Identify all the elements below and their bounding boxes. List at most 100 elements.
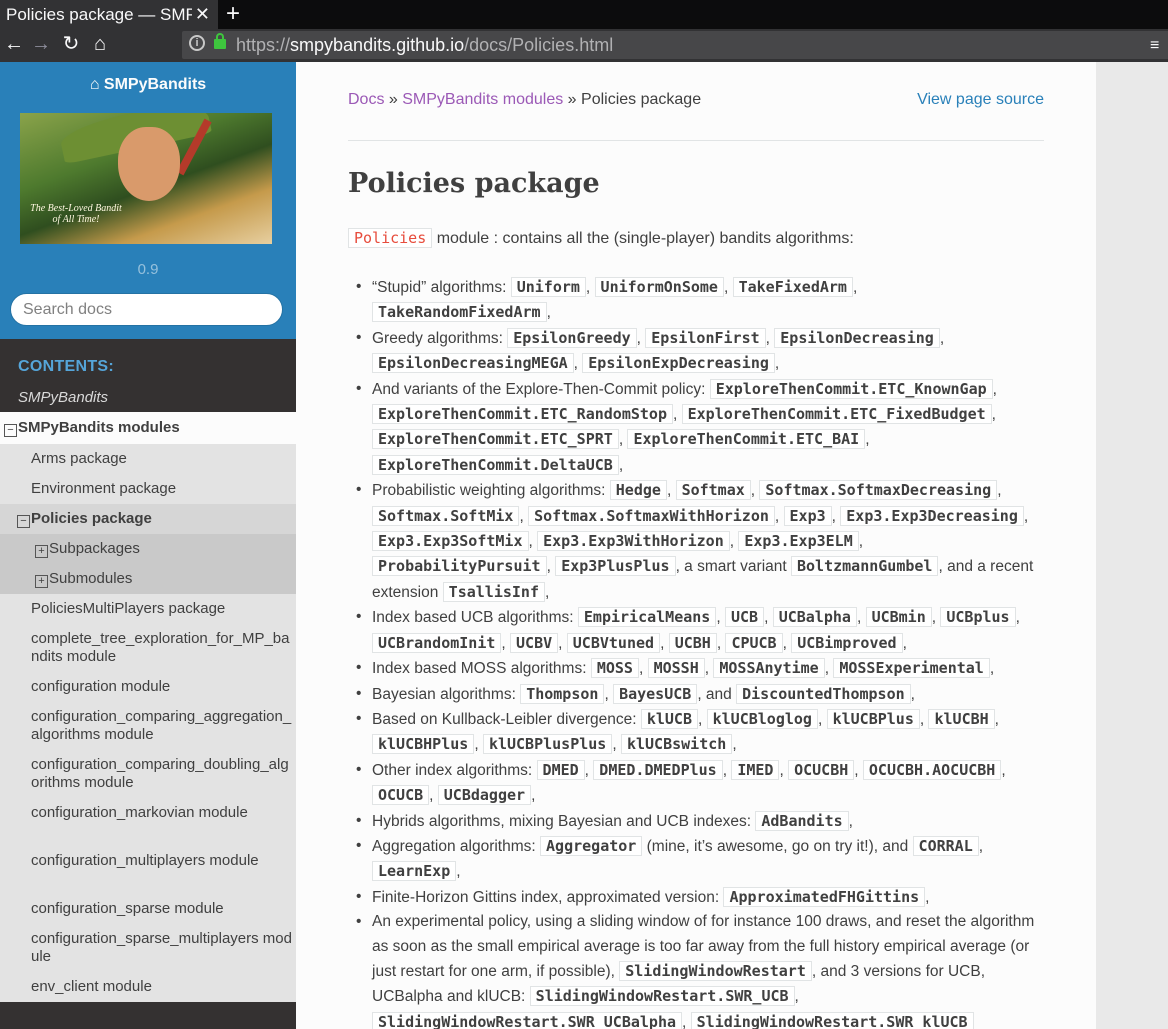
- code-link[interactable]: klUCBHPlus: [372, 734, 475, 755]
- close-tab-icon[interactable]: ✕: [195, 0, 210, 29]
- code-link[interactable]: SlidingWindowRestart.SWR_UCBalpha: [372, 1011, 683, 1029]
- sidebar-item-smpybandits[interactable]: SMPyBandits: [18, 389, 108, 406]
- code-link[interactable]: BoltzmannGumbel: [791, 556, 939, 577]
- code-link[interactable]: ExploreThenCommit.DeltaUCB: [372, 454, 619, 475]
- forward-arrow-icon[interactable]: →: [27, 29, 55, 62]
- code-link[interactable]: Exp3: [783, 505, 832, 526]
- code-link[interactable]: EpsilonFirst: [645, 327, 766, 348]
- sidebar-item-policiesmultiplayers[interactable]: PoliciesMultiPlayers package: [0, 594, 296, 624]
- code-link[interactable]: MOSS: [590, 658, 639, 679]
- sidebar-item-complete-tree[interactable]: complete_tree_exploration_for_MP_bandits…: [0, 624, 296, 672]
- code-link[interactable]: MOSSAnytime: [713, 658, 825, 679]
- sidebar-item-config-sparse[interactable]: configuration_sparse module: [0, 894, 296, 924]
- sidebar-item-env-client[interactable]: env_client module: [0, 972, 296, 1002]
- code-link[interactable]: CPUCB: [725, 632, 783, 653]
- code-link[interactable]: Softmax: [675, 480, 751, 501]
- project-home-link[interactable]: ⌂ SMPyBandits: [0, 76, 296, 94]
- code-link[interactable]: Softmax.SoftmaxWithHorizon: [528, 505, 775, 526]
- code-link[interactable]: ExploreThenCommit.ETC_FixedBudget: [681, 404, 992, 425]
- code-link[interactable]: EpsilonDecreasingMEGA: [372, 353, 574, 374]
- code-link[interactable]: UCBH: [668, 632, 717, 653]
- code-link[interactable]: Exp3.Exp3Decreasing: [840, 505, 1024, 526]
- code-link[interactable]: DMED: [536, 759, 585, 780]
- collapse-icon[interactable]: −: [4, 424, 17, 437]
- sidebar-item-config-sparse-mp[interactable]: configuration_sparse_multiplayers module: [0, 924, 296, 972]
- code-link[interactable]: EmpiricalMeans: [577, 607, 717, 628]
- code-link[interactable]: BayesUCB: [613, 683, 698, 704]
- sidebar-item-subpackages[interactable]: + Subpackages: [0, 534, 296, 564]
- code-link[interactable]: MOSSExperimental: [833, 658, 990, 679]
- expand-icon[interactable]: +: [35, 575, 48, 588]
- code-link[interactable]: UCBV: [510, 632, 559, 653]
- code-link[interactable]: ExploreThenCommit.ETC_RandomStop: [372, 404, 673, 425]
- code-link[interactable]: Exp3.Exp3ELM: [738, 531, 859, 552]
- view-page-source-link[interactable]: View page source: [917, 91, 1044, 109]
- code-link[interactable]: TsallisInf: [442, 581, 545, 602]
- search-input[interactable]: [10, 293, 283, 326]
- sidebar-item-environment[interactable]: Environment package: [0, 474, 296, 504]
- code-link[interactable]: AdBandits: [755, 810, 849, 831]
- new-tab-button[interactable]: +: [226, 0, 240, 27]
- code-link[interactable]: UCBimproved: [791, 632, 903, 653]
- reload-icon[interactable]: ↻: [57, 29, 85, 62]
- code-link[interactable]: IMED: [731, 759, 780, 780]
- sidebar-item-config-markovian[interactable]: configuration_markovian module: [0, 798, 296, 846]
- sidebar-item-config-aggregation[interactable]: configuration_comparing_aggregation_algo…: [0, 702, 296, 750]
- code-link[interactable]: SlidingWindowRestart.SWR_UCB: [529, 986, 795, 1007]
- sidebar-item-config-doubling[interactable]: configuration_comparing_doubling_algorit…: [0, 750, 296, 798]
- sidebar-item-current[interactable]: − SMPyBandits modules: [0, 412, 296, 444]
- menu-icon[interactable]: ≡: [1150, 37, 1159, 55]
- code-link[interactable]: klUCBswitch: [620, 734, 733, 755]
- code-link[interactable]: DMED.DMEDPlus: [593, 759, 723, 780]
- collapse-icon[interactable]: −: [17, 515, 30, 528]
- code-link[interactable]: ApproximatedFHGittins: [723, 886, 926, 907]
- code-link[interactable]: OCUCBH: [788, 759, 855, 780]
- code-link[interactable]: DiscountedThompson: [736, 683, 911, 704]
- code-link[interactable]: UCBVtuned: [566, 632, 661, 653]
- policies-module-code[interactable]: Policies: [348, 228, 433, 248]
- breadcrumb-docs[interactable]: Docs: [348, 91, 384, 108]
- code-link[interactable]: UCBrandomInit: [372, 632, 502, 653]
- code-link[interactable]: klUCBloglog: [706, 708, 818, 729]
- code-link[interactable]: TakeRandomFixedArm: [372, 302, 547, 323]
- code-link[interactable]: Softmax.SoftmaxDecreasing: [759, 480, 998, 501]
- code-link[interactable]: ProbabilityPursuit: [372, 556, 547, 577]
- sidebar-item-config-multiplayers[interactable]: configuration_multiplayers module: [0, 846, 296, 894]
- info-icon[interactable]: i: [189, 35, 205, 51]
- sidebar-item-configuration[interactable]: configuration module: [0, 672, 296, 702]
- code-link[interactable]: ExploreThenCommit.ETC_BAI: [627, 429, 866, 450]
- code-link[interactable]: Exp3.Exp3SoftMix: [372, 531, 529, 552]
- project-logo[interactable]: The Best-Loved Bandit of All Time!: [20, 113, 272, 244]
- code-link[interactable]: MOSSH: [647, 658, 705, 679]
- sidebar-item-arms[interactable]: Arms package: [0, 444, 296, 474]
- address-bar[interactable]: i https://smpybandits.github.io/docs/Pol…: [182, 31, 1168, 59]
- tab-active[interactable]: Policies package — SMPyBandits ✕: [0, 0, 218, 29]
- code-link[interactable]: UCBdagger: [437, 785, 532, 806]
- back-arrow-icon[interactable]: ←: [0, 29, 28, 62]
- expand-icon[interactable]: +: [35, 545, 48, 558]
- code-link[interactable]: klUCBPlusPlus: [482, 734, 613, 755]
- code-link[interactable]: CORRAL: [912, 835, 979, 856]
- code-link[interactable]: Hedge: [609, 480, 667, 501]
- code-link[interactable]: klUCBH: [928, 708, 995, 729]
- code-link[interactable]: LearnExp: [372, 861, 457, 882]
- code-link[interactable]: UCBmin: [865, 607, 932, 628]
- code-link[interactable]: Uniform: [510, 277, 586, 297]
- code-link[interactable]: EpsilonDecreasing: [774, 327, 940, 348]
- sidebar-item-submodules[interactable]: + Submodules: [0, 564, 296, 594]
- code-link[interactable]: klUCB: [640, 708, 698, 729]
- home-icon[interactable]: ⌂: [86, 29, 114, 62]
- code-link[interactable]: EpsilonExpDecreasing: [582, 353, 775, 374]
- code-link[interactable]: Exp3PlusPlus: [555, 556, 676, 577]
- code-link[interactable]: Softmax.SoftMix: [372, 505, 520, 526]
- code-link[interactable]: Exp3.Exp3WithHorizon: [537, 531, 730, 552]
- code-link[interactable]: EpsilonGreedy: [507, 327, 637, 348]
- url-text[interactable]: https://smpybandits.github.io/docs/Polic…: [236, 31, 613, 59]
- code-link[interactable]: SlidingWindowRestart.SWR_klUCB: [690, 1011, 974, 1029]
- code-link[interactable]: UCBplus: [940, 607, 1016, 628]
- code-link[interactable]: klUCBPlus: [826, 708, 920, 729]
- sidebar-item-policies[interactable]: − Policies package: [0, 504, 296, 534]
- code-link[interactable]: ExploreThenCommit.ETC_KnownGap: [709, 378, 993, 399]
- code-link[interactable]: TakeFixedArm: [732, 277, 853, 297]
- code-link[interactable]: ExploreThenCommit.ETC_SPRT: [372, 429, 619, 450]
